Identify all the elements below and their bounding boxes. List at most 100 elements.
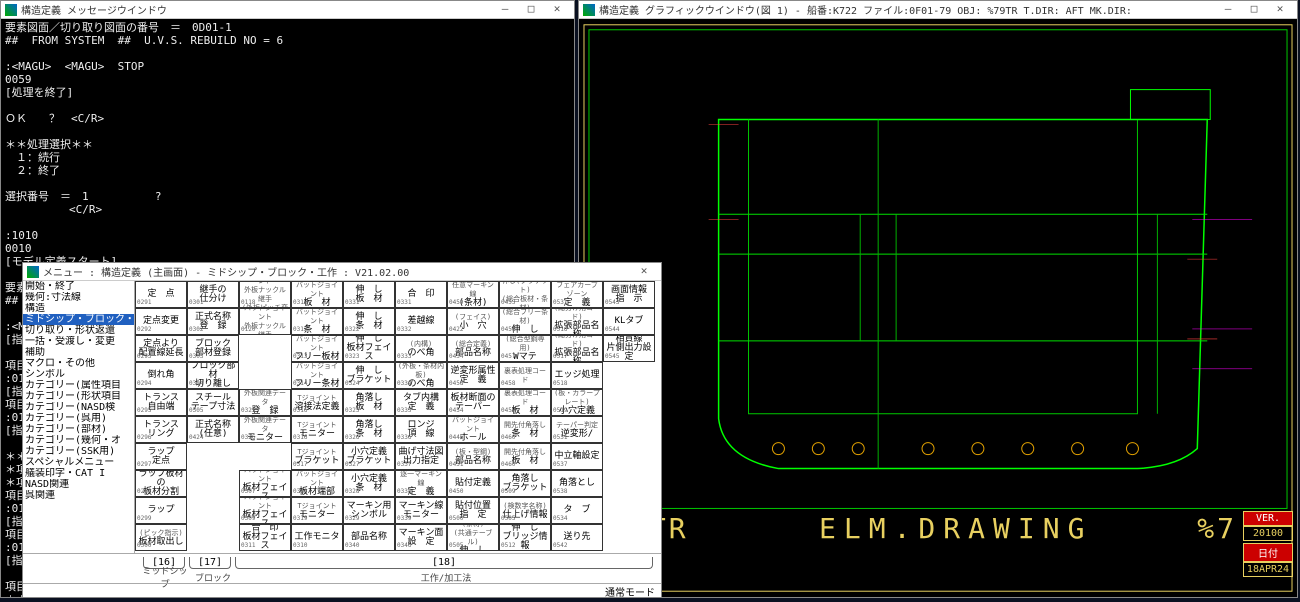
menu-grid-button[interactable]: ロンジ頂 線0336 (395, 416, 447, 443)
menu-category-item[interactable]: 構造 (23, 303, 134, 314)
maximize-button[interactable]: □ (518, 2, 544, 18)
menu-grid-button[interactable]: バットジョイント外板ナックル継手0120 (239, 308, 291, 335)
menu-grid-button[interactable]: 合 印板材フェイス0311 (239, 524, 291, 551)
menu-category-item[interactable]: カテゴリー(部材) (23, 424, 134, 435)
menu-grid-button[interactable]: (総分け用コード)拡張部品名称0517 (551, 335, 603, 362)
menu-grid-button[interactable]: バットジョイントフリー条材0314 (291, 362, 343, 389)
menu-grid-button[interactable]: (板・カラープレート)小穴定義0519 (551, 389, 603, 416)
cad-viewport[interactable]: 9TR ELM.DRAWING %7 VER. 20100 日付 18APR24 (579, 19, 1297, 597)
menu-grid-button[interactable]: 工作モニタ0310 (291, 524, 343, 551)
menu-grid-button[interactable]: (ピック指示)板材取出し0300 (135, 524, 187, 551)
menu-grid-button[interactable]: 伸 し板材フェイス0323 (343, 335, 395, 362)
menu-grid-button[interactable]: (外板・条材内板)のべ角0334 (395, 362, 447, 389)
menu-grid-button[interactable]: 伸 しブラケット0324 (343, 362, 395, 389)
menu-grid-button[interactable]: 伸し(ブラケット)(総合板材・条材)0455 (499, 281, 551, 308)
menu-grid-button[interactable]: 小穴定義ブラケット0327 (343, 443, 395, 470)
menu-category-item[interactable]: カテゴリー(NASD検 (23, 402, 134, 413)
menu-category-item[interactable]: 切り取り・形状返還 (23, 325, 134, 336)
menu-grid-button[interactable]: ラップ0299 (135, 497, 187, 524)
menu-grid-button[interactable]: (検数字名称)仕上げ情報0505 (499, 497, 551, 524)
menu-grid-button[interactable]: 定点変更0292 (135, 308, 187, 335)
menu-grid-button[interactable]: バットジョイント板材フェイス0307 (239, 470, 291, 497)
menu-grid-button[interactable]: 中立軸設定0537 (551, 443, 603, 470)
menu-grid-button[interactable]: (総分け用コード)拡張部品名称0516 (551, 308, 603, 335)
menu-grid-button[interactable]: 伸 し条 材0322 (343, 308, 395, 335)
menu-grid-button[interactable]: 相貫線片側出力設定0545 (603, 335, 655, 362)
menu-grid-button[interactable]: バットジョイント条 材0312 (291, 308, 343, 335)
minimize-button[interactable]: — (1215, 2, 1241, 18)
menu-grid-button[interactable]: 正式名称(任意)0424 (187, 416, 239, 443)
close-button[interactable]: ✕ (1267, 2, 1293, 18)
menu-category-item[interactable]: スペシャルメニュー (23, 457, 134, 468)
menu-titlebar[interactable]: メニュー : 構造定義 (主画面) - ミドシップ・ブロック・工作 : V21.… (23, 263, 661, 281)
menu-category-item[interactable]: カテゴリー(属性項目 (23, 380, 134, 391)
menu-category-item[interactable]: 開始・終了 (23, 281, 134, 292)
menu-grid-button[interactable]: 外板関連データ登 録0325 (239, 389, 291, 416)
menu-grid-button[interactable]: バットジョイント板材端部0318 (291, 470, 343, 497)
menu-category-item[interactable]: シンボル (23, 369, 134, 380)
footer-tab-17[interactable]: [17] (189, 557, 231, 569)
menu-grid-button[interactable]: (フェイス)小 穴0422 (447, 308, 499, 335)
menu-grid-button[interactable]: マーキン用シンボル0329 (343, 497, 395, 524)
menu-grid-button[interactable]: Tジョイントモニター0319 (291, 497, 343, 524)
menu-grid-button[interactable]: Tジョイントブラケット0317 (291, 443, 343, 470)
menu-grid-button[interactable]: (板・型鋼)部品名称0451 (447, 443, 499, 470)
menu-grid-button[interactable]: バットジョイントフリー板材0313 (291, 335, 343, 362)
menu-grid-button[interactable]: 開先付角落し板 材0460 (499, 443, 551, 470)
menu-grid-button[interactable]: 貼付位置指 定0500 (447, 497, 499, 524)
menu-grid-button[interactable]: 貼付定義0450 (447, 470, 499, 497)
menu-category-item[interactable]: カテゴリー(形状項目 (23, 391, 134, 402)
menu-grid-button[interactable]: 角落し板 材0325 (343, 389, 395, 416)
msg-titlebar[interactable]: 構造定義 メッセージウインドウ — □ ✕ (1, 1, 574, 19)
menu-grid-button[interactable]: ラップ定点0297 (135, 443, 187, 470)
menu-grid-button[interactable]: バットジョイント外板ナックル継手(外板ピッチ変化)0118 (239, 281, 291, 308)
menu-grid-button[interactable]: 曲げ寸法図出力指定0337 (395, 443, 447, 470)
menu-category-item[interactable]: 幾何:寸法線 (23, 292, 134, 303)
menu-grid-button[interactable]: スチールテープ寸法0305 (187, 389, 239, 416)
menu-grid-button[interactable]: バットジョイント板材フェイス0309 (239, 497, 291, 524)
menu-grid-button[interactable]: 角落とし0538 (551, 470, 603, 497)
menu-grid-button[interactable]: 小穴定義条 材0328 (343, 470, 395, 497)
menu-grid-button[interactable]: 逐一マーキン線定 義0338 (395, 470, 447, 497)
menu-grid-button[interactable]: 差越線0332 (395, 308, 447, 335)
menu-grid-button[interactable]: 伸 し板 材0331 (343, 281, 395, 308)
footer-tab-18[interactable]: [18] (235, 557, 653, 569)
menu-grid-button[interactable]: Tジョイント溶接法定義0316 (291, 389, 343, 416)
menu-grid-button[interactable]: 画面情報指 示0543 (603, 281, 655, 308)
menu-grid-button[interactable]: 開先付角落し条 材0460 (499, 416, 551, 443)
menu-grid-button[interactable]: トランス自由端0295 (135, 389, 187, 416)
menu-grid-button[interactable]: タブ内構定 義0335 (395, 389, 447, 416)
menu-category-item[interactable]: カテゴリー(呉用) (23, 413, 134, 424)
menu-grid-button[interactable]: 合 印0331 (395, 281, 447, 308)
menu-grid-button[interactable]: フェアカーブゾーン定 義0531 (551, 281, 603, 308)
menu-grid-button[interactable]: 継手の仕分け0301 (187, 281, 239, 308)
menu-grid-button[interactable]: テーパー判定逆変形/0531 (551, 416, 603, 443)
menu-grid-button[interactable]: (総合フリー条材)伸 し0456 (499, 308, 551, 335)
maximize-button[interactable]: □ (1241, 2, 1267, 18)
menu-grid-button[interactable]: ブロック部材切り離し0304 (187, 362, 239, 389)
menu-grid-button[interactable]: 角落しブラケット0509 (499, 470, 551, 497)
close-button[interactable]: ✕ (631, 264, 657, 280)
menu-grid-button[interactable]: 正式名称登 録0302 (187, 308, 239, 335)
minimize-button[interactable]: — (492, 2, 518, 18)
menu-grid-button[interactable]: (総合定義)部品名称0434 (447, 335, 499, 362)
menu-grid-button[interactable]: 倒れ角0294 (135, 362, 187, 389)
menu-category-item[interactable]: マクロ・その他 (23, 358, 134, 369)
menu-grid-button[interactable]: ラップ板材の板材分割0298 (135, 470, 187, 497)
menu-grid-button[interactable]: ブロック部材登録0303 (187, 335, 239, 362)
menu-grid-button[interactable]: KLタブ0544 (603, 308, 655, 335)
close-button[interactable]: ✕ (544, 2, 570, 18)
menu-category-item[interactable]: カテゴリー(SSK用) (23, 446, 134, 457)
menu-category-item[interactable]: 呉関連 (23, 490, 134, 501)
menu-grid-button[interactable]: 角落し条 材0326 (343, 416, 395, 443)
menu-grid-button[interactable]: (内構)のべ角0333 (395, 335, 447, 362)
menu-grid-button[interactable]: バットジョイント板 材0316 (291, 281, 343, 308)
menu-grid-button[interactable]: 裏表処理コード板 材0459 (499, 389, 551, 416)
menu-grid-button[interactable]: 逆変形属性定 義0458 (447, 362, 499, 389)
menu-grid-button[interactable]: 送り先0542 (551, 524, 603, 551)
menu-grid-button[interactable]: 裏表処理コード0458 (499, 362, 551, 389)
menu-category-item[interactable]: 艤装印字・CAT I (23, 468, 134, 479)
menu-grid-button[interactable]: 定点より配置線延長0293 (135, 335, 187, 362)
menu-category-item[interactable]: 補助 (23, 347, 134, 358)
menu-grid-button[interactable]: Tジョイントモニター0316 (291, 416, 343, 443)
